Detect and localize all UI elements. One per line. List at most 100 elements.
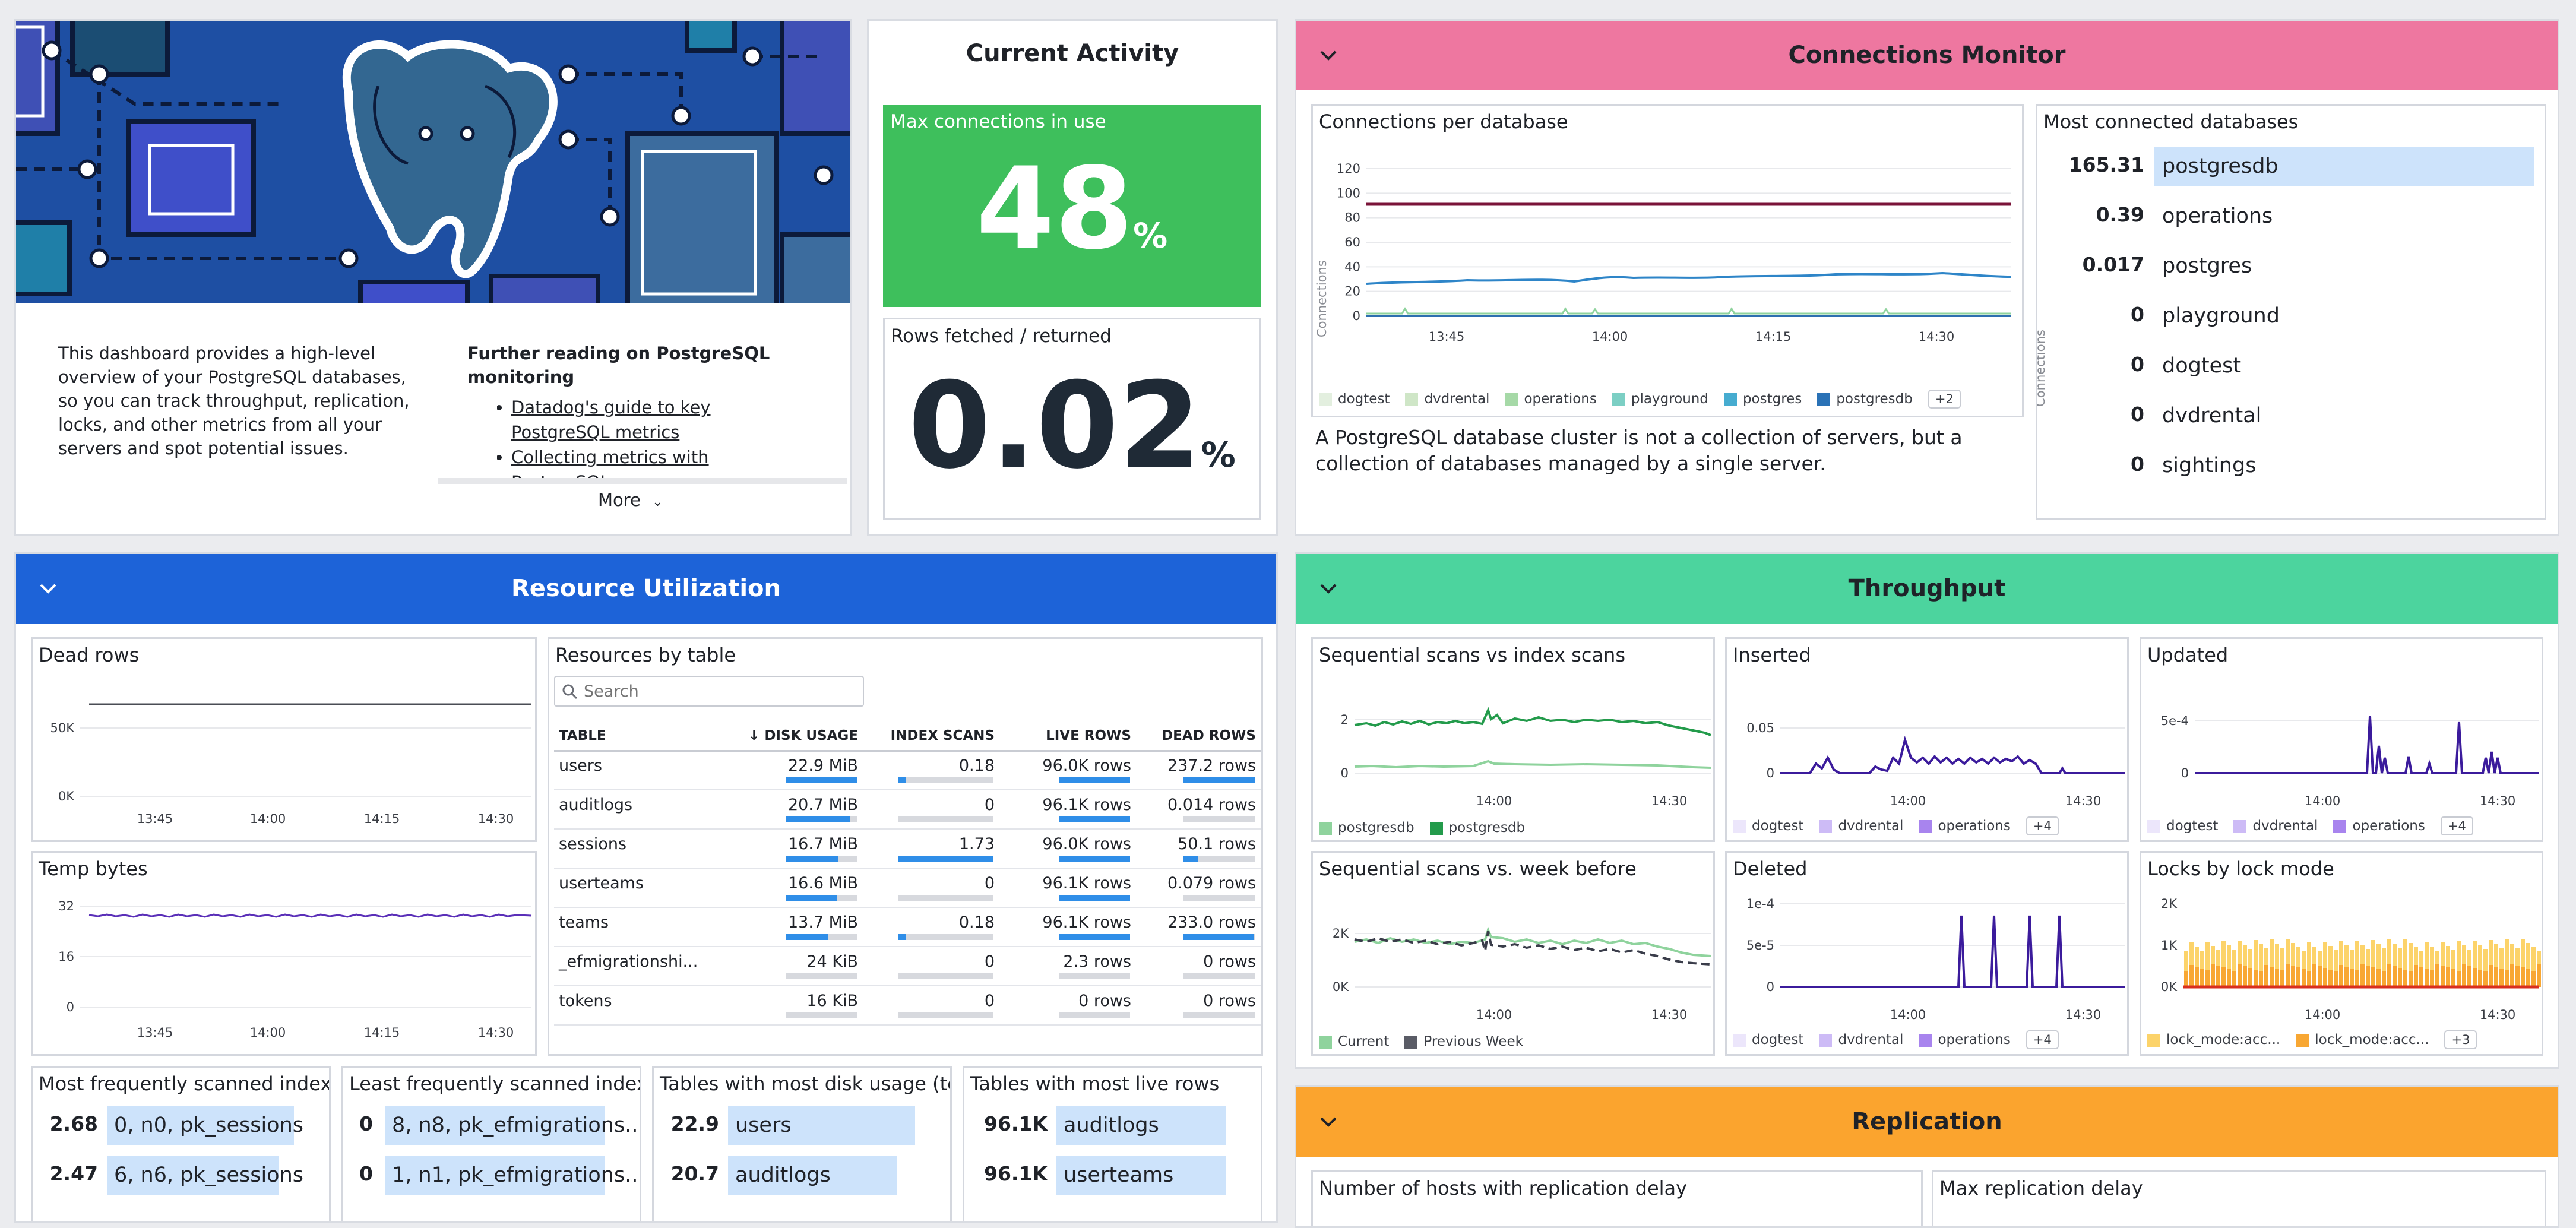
legend-item[interactable]: postgresdb — [1817, 391, 1913, 407]
legend-item[interactable]: lock_mode:acc... — [2147, 1032, 2280, 1047]
toplist-row[interactable]: 0 8, n8, pk_efmigrations... — [343, 1106, 640, 1148]
table-row[interactable]: auditlogs 20.7 MiB 0 96.1K rows 0.014 rows — [554, 790, 1261, 830]
legend-more-button[interactable]: +4 — [2440, 816, 2473, 835]
bar-lock-mode-1 — [2216, 950, 2220, 966]
svg-text:14:15: 14:15 — [364, 812, 400, 826]
svg-text:0K: 0K — [2161, 980, 2178, 994]
resource-utilization-header[interactable]: Resource Utilization — [16, 554, 1276, 624]
svg-text:1K: 1K — [2161, 938, 2178, 952]
legend-item[interactable]: postgresdb — [1319, 820, 1414, 835]
widget-title: Sequential scans vs index scans — [1319, 644, 1625, 666]
toplist-row[interactable]: 96.1K auditlogs — [964, 1106, 1261, 1148]
legend-item[interactable]: postgresdb — [1429, 820, 1525, 835]
chevron-down-icon[interactable] — [36, 577, 60, 600]
legend-item[interactable]: dvdrental — [1819, 1032, 1903, 1047]
legend-item[interactable]: dvdrental — [1405, 391, 1489, 407]
toplist-row[interactable]: 96.1K userteams — [964, 1156, 1261, 1198]
cell-bar — [786, 777, 857, 783]
legend-item[interactable]: playground — [1612, 391, 1708, 407]
bar-lock-mode-1 — [2505, 939, 2509, 970]
column-header-index-scans[interactable]: INDEX SCANS — [863, 722, 999, 752]
toplist-row[interactable]: 0 sightings — [2037, 447, 2545, 488]
column-header-disk-usage[interactable]: ↓ DISK USAGE — [732, 722, 863, 752]
table-row[interactable]: userteams 16.6 MiB 0 96.1K rows 0.079 rows — [554, 868, 1261, 908]
legend-more-button[interactable]: +2 — [1928, 390, 1961, 409]
legend-item[interactable]: dogtest — [2147, 818, 2218, 834]
cell-bar — [1183, 1012, 1255, 1018]
bar-lock-mode-1 — [2211, 946, 2215, 964]
legend-item[interactable]: Previous Week — [1404, 1034, 1523, 1049]
toplist-row[interactable]: 2.47 6, n6, pk_sessions — [33, 1156, 329, 1198]
table-cell-disk: 16 KiB — [732, 986, 863, 1026]
table-cell-live: 96.0K rows — [999, 751, 1136, 790]
cell-bar — [786, 1012, 857, 1018]
legend-more-button[interactable]: +4 — [2026, 1030, 2059, 1049]
table-row[interactable]: tokens 16 KiB 0 0 rows 0 rows — [554, 986, 1261, 1026]
chevron-down-icon[interactable] — [1317, 577, 1340, 600]
further-reading-link[interactable]: Collecting metrics with PostgreSQL — [511, 445, 806, 478]
table-cell-table: sessions — [554, 829, 732, 869]
toplist-label: 8, n8, pk_efmigrations... — [392, 1113, 641, 1137]
legend-item[interactable]: operations — [1505, 391, 1597, 407]
legend-item[interactable]: operations — [1919, 1032, 2011, 1047]
toplist-value: 2.68 — [49, 1112, 98, 1135]
legend-item[interactable]: Current — [1319, 1034, 1389, 1049]
search-box[interactable] — [554, 676, 864, 707]
search-input[interactable] — [584, 681, 857, 702]
table-row[interactable]: _efmigrationshi... 24 KiB 0 2.3 rows 0 rows — [554, 947, 1261, 986]
chevron-down-icon[interactable] — [1317, 1110, 1340, 1134]
toplist-row[interactable]: 165.31 postgresdb — [2037, 147, 2545, 189]
toplist-row[interactable]: 0.39 operations — [2037, 197, 2545, 239]
rows-fetched-value: 0.02% — [908, 357, 1236, 495]
toplist-row[interactable]: 0 1, n1, pk_efmigrations... — [343, 1156, 640, 1198]
widget-title: Updated — [2147, 644, 2229, 666]
legend-item[interactable]: dogtest — [1733, 1032, 1803, 1047]
toplist: 2.68 0, n0, pk_sessions 2.47 6, n6, pk_sess… — [33, 1106, 329, 1221]
svg-text:13:45: 13:45 — [137, 812, 173, 826]
table-row[interactable]: users 22.9 MiB 0.18 96.0K rows 237.2 rows — [554, 751, 1261, 790]
legend-item[interactable]: operations — [1919, 818, 2011, 834]
legend-item[interactable]: dogtest — [1733, 818, 1803, 834]
chevron-down-icon[interactable] — [1317, 43, 1340, 67]
table-cell-table: auditlogs — [554, 790, 732, 830]
connections-monitor-title: Connections Monitor — [1788, 42, 2066, 69]
bar-lock-mode-1 — [2419, 951, 2423, 967]
legend-more-button[interactable]: +4 — [2026, 816, 2059, 835]
legend-item[interactable]: postgres — [1723, 391, 1802, 407]
bar-lock-mode-1 — [2489, 940, 2493, 965]
column-header-dead-rows[interactable]: DEAD ROWS — [1136, 722, 1261, 752]
legend-item[interactable]: operations — [2333, 818, 2425, 834]
further-reading-link[interactable]: Datadog's guide to key PostgreSQL metric… — [511, 395, 806, 445]
connections-monitor-group: Connections Monitor Connections per data… — [1295, 19, 2559, 536]
legend-more-button[interactable]: +3 — [2444, 1030, 2477, 1049]
legend-item[interactable]: lock_mode:acc... — [2296, 1032, 2429, 1047]
toplist-value: 0 — [359, 1162, 373, 1185]
toplist-row[interactable]: 20.7 auditlogs — [654, 1156, 950, 1198]
bar-lock-mode-1 — [2184, 951, 2188, 971]
toplist-row[interactable]: 0 dogtest — [2037, 347, 2545, 388]
column-header-live-rows[interactable]: LIVE ROWS — [999, 722, 1136, 752]
toplist-row[interactable]: 0.017 postgres — [2037, 247, 2545, 289]
toplist-row[interactable]: 2.68 0, n0, pk_sessions — [33, 1106, 329, 1148]
legend-item[interactable]: dvdrental — [2233, 818, 2318, 834]
svg-text:2: 2 — [1341, 713, 1349, 727]
replication-header[interactable]: Replication — [1296, 1087, 2558, 1157]
legend-item[interactable]: dvdrental — [1819, 818, 1903, 834]
toplist-row[interactable]: 0 playground — [2037, 297, 2545, 338]
widget-title: Max replication delay — [1939, 1177, 2143, 1199]
table-row[interactable]: sessions 16.7 MiB 1.73 96.0K rows 50.1 rows — [554, 829, 1261, 869]
toplist: 22.9 users 20.7 auditlogs — [654, 1106, 950, 1221]
toplist-value: 0 — [2131, 403, 2144, 426]
chart-legend: dogtest dvdrental operations +4 — [2147, 816, 2473, 835]
connections-monitor-header[interactable]: Connections Monitor — [1296, 21, 2558, 90]
cell-bar — [1183, 934, 1255, 940]
column-header-table[interactable]: TABLE — [554, 722, 732, 752]
more-button[interactable]: More ⌄ — [598, 490, 663, 510]
throughput-header[interactable]: Throughput — [1296, 554, 2558, 624]
toplist-row[interactable]: 0 dvdrental — [2037, 397, 2545, 438]
table-row[interactable]: teams 13.7 MiB 0.18 96.1K rows 233.0 rows — [554, 907, 1261, 947]
toplist-row[interactable]: 22.9 users — [654, 1106, 950, 1148]
legend-item[interactable]: dogtest — [1319, 391, 1390, 407]
toplist-label: auditlogs — [1064, 1113, 1159, 1137]
resource-utilization-group: Resource Utilization Dead rows 50K 0K 13… — [14, 552, 1278, 1223]
